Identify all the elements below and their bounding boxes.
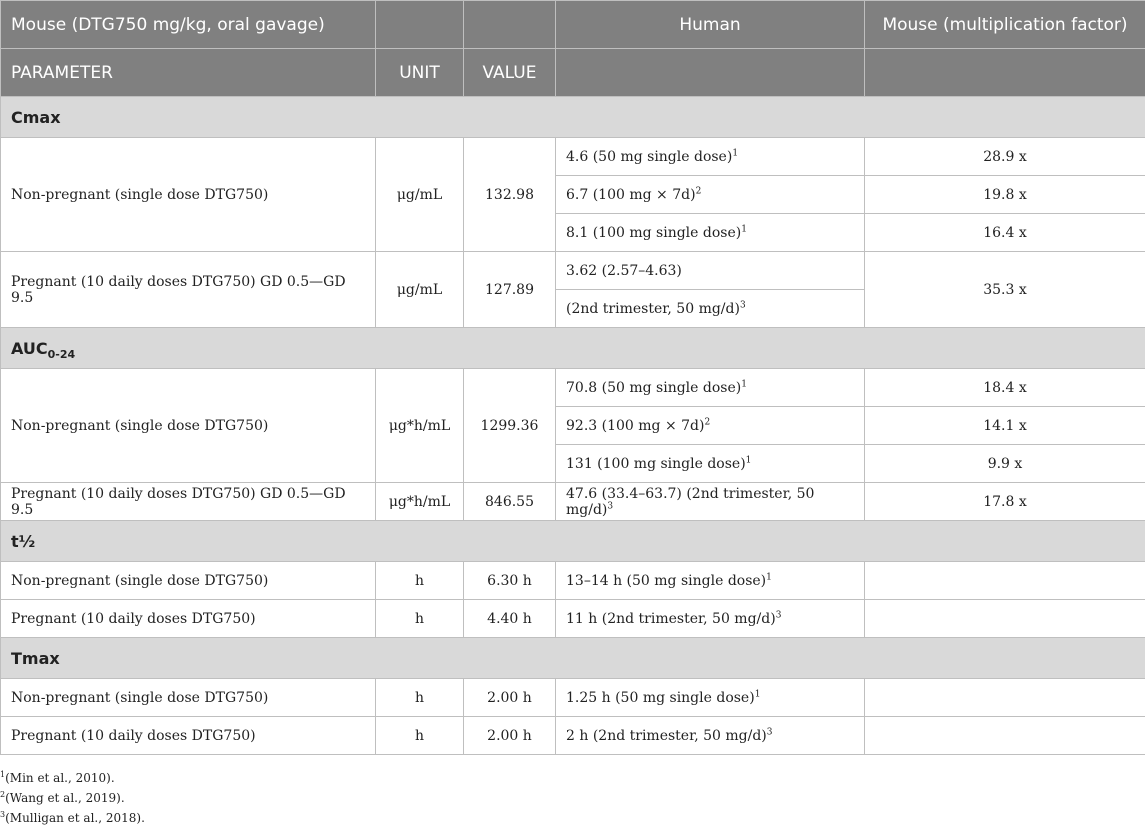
table-row: Non-pregnant (single dose DTG750) μg/mL … (0, 137, 1145, 252)
factor-cell (864, 716, 1145, 755)
value-cell: 6.30 h (463, 561, 556, 600)
factor-cell: 17.8 x (864, 482, 1145, 521)
human-cell: 92.3 (100 mg × 7d)2 (555, 406, 865, 445)
header-blank-value (463, 0, 556, 49)
parameter-label: Pregnant (10 daily doses DTG750) (0, 716, 376, 755)
value-cell: 1299.36 (463, 368, 556, 483)
section-title-auc: AUC0-24 (0, 327, 1145, 369)
parameter-label: Pregnant (10 daily doses DTG750) GD 0.5—… (0, 251, 376, 328)
pharmacokinetics-table: Mouse (DTG750 mg/kg, oral gavage) Human … (0, 0, 1145, 755)
section-title-thalf: t½ (0, 520, 1145, 562)
value-cell: 2.00 h (463, 716, 556, 755)
table-row: Pregnant (10 daily doses DTG750) h 4.40 … (0, 599, 1145, 638)
table-row: Non-pregnant (single dose DTG750) h 6.30… (0, 561, 1145, 600)
human-cell: 47.6 (33.4–63.7) (2nd trimester, 50 mg/d… (555, 482, 865, 521)
header-unit: UNIT (375, 48, 464, 97)
human-cell: 70.8 (50 mg single dose)1 (555, 368, 865, 407)
footnotes: 1(Min et al., 2010). 2(Wang et al., 2019… (0, 768, 145, 828)
unit-cell: μg*h/mL (375, 368, 464, 483)
parameter-label: Non-pregnant (single dose DTG750) (0, 137, 376, 252)
header-blank-factor (864, 48, 1145, 97)
parameter-label: Non-pregnant (single dose DTG750) (0, 368, 376, 483)
value-cell: 846.55 (463, 482, 556, 521)
factor-cell: 9.9 x (864, 444, 1145, 483)
table-row: Pregnant (10 daily doses DTG750) GD 0.5—… (0, 482, 1145, 521)
unit-cell: h (375, 599, 464, 638)
section-row-cmax: Cmax (0, 96, 1145, 138)
human-cell: 4.6 (50 mg single dose)1 (555, 137, 865, 176)
unit-cell: μg/mL (375, 137, 464, 252)
factor-cell: 28.9 x (864, 137, 1145, 176)
unit-cell: μg*h/mL (375, 482, 464, 521)
factor-cell: 14.1 x (864, 406, 1145, 445)
table-row: Pregnant (10 daily doses DTG750) GD 0.5—… (0, 251, 1145, 328)
value-cell: 132.98 (463, 137, 556, 252)
parameter-label: Non-pregnant (single dose DTG750) (0, 561, 376, 600)
value-cell: 2.00 h (463, 678, 556, 717)
factor-cell: 18.4 x (864, 368, 1145, 407)
header-mouse-group: Mouse (DTG750 mg/kg, oral gavage) (0, 0, 376, 49)
header-blank-unit (375, 0, 464, 49)
parameter-label: Pregnant (10 daily doses DTG750) (0, 599, 376, 638)
section-row-thalf: t½ (0, 520, 1145, 562)
unit-cell: h (375, 561, 464, 600)
unit-cell: h (375, 716, 464, 755)
header-blank-human (555, 48, 865, 97)
header-row-top: Mouse (DTG750 mg/kg, oral gavage) Human … (0, 0, 1145, 49)
header-human: Human (555, 0, 865, 49)
parameter-label: Pregnant (10 daily doses DTG750) GD 0.5—… (0, 482, 376, 521)
footnote: 1(Min et al., 2010). (0, 770, 115, 786)
human-cell: 11 h (2nd trimester, 50 mg/d)3 (555, 599, 865, 638)
section-row-auc: AUC0-24 (0, 327, 1145, 369)
human-cell: 1.25 h (50 mg single dose)1 (555, 678, 865, 717)
section-row-tmax: Tmax (0, 637, 1145, 679)
value-cell: 4.40 h (463, 599, 556, 638)
footnote: 3(Mulligan et al., 2018). (0, 810, 145, 826)
factor-cell (864, 599, 1145, 638)
human-cell: 131 (100 mg single dose)1 (555, 444, 865, 483)
factor-cell: 16.4 x (864, 213, 1145, 252)
human-cell: 13–14 h (50 mg single dose)1 (555, 561, 865, 600)
table-row: Pregnant (10 daily doses DTG750) h 2.00 … (0, 716, 1145, 755)
parameter-label: Non-pregnant (single dose DTG750) (0, 678, 376, 717)
factor-cell: 19.8 x (864, 175, 1145, 214)
header-parameter: PARAMETER (0, 48, 376, 97)
human-cell: 3.62 (2.57–4.63) (555, 251, 865, 290)
factor-cell (864, 678, 1145, 717)
factor-cell: 35.3 x (864, 251, 1145, 328)
header-mouse-factor: Mouse (multiplication factor) (864, 0, 1145, 49)
unit-cell: h (375, 678, 464, 717)
factor-cell (864, 561, 1145, 600)
header-value: VALUE (463, 48, 556, 97)
section-title-cmax: Cmax (0, 96, 1145, 138)
footnote: 2(Wang et al., 2019). (0, 790, 125, 806)
value-cell: 127.89 (463, 251, 556, 328)
human-cell: 8.1 (100 mg single dose)1 (555, 213, 865, 252)
unit-cell: μg/mL (375, 251, 464, 328)
header-row-bottom: PARAMETER UNIT VALUE (0, 48, 1145, 97)
table-row: Non-pregnant (single dose DTG750) μg*h/m… (0, 368, 1145, 483)
human-cell: (2nd trimester, 50 mg/d)3 (555, 289, 865, 328)
human-cell: 6.7 (100 mg × 7d)2 (555, 175, 865, 214)
table-row: Non-pregnant (single dose DTG750) h 2.00… (0, 678, 1145, 717)
section-title-tmax: Tmax (0, 637, 1145, 679)
human-cell: 2 h (2nd trimester, 50 mg/d)3 (555, 716, 865, 755)
